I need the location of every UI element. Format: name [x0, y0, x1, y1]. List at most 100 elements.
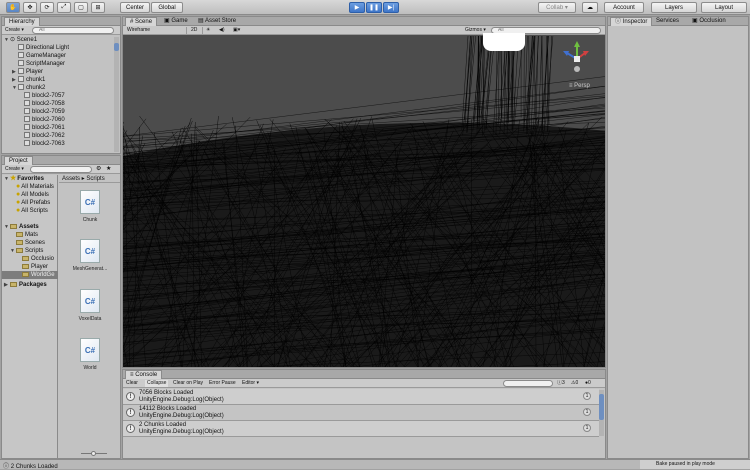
account-dropdown[interactable]: Account [604, 2, 644, 13]
hierarchy-create-button[interactable]: Create ▾ [5, 27, 24, 34]
2d-toggle[interactable]: 2D [191, 27, 203, 34]
tab-asset-store[interactable]: ▤ Asset Store [194, 17, 240, 26]
hierarchy-item[interactable]: ▶Player [2, 68, 116, 76]
script-asset[interactable]: C#VoxelData [70, 289, 110, 322]
hand-tool-icon[interactable]: ✋ [6, 2, 20, 13]
folder-item[interactable]: Scenes [2, 239, 58, 247]
rotate-tool-icon[interactable]: ⟳ [40, 2, 54, 13]
hierarchy-scroll-thumb[interactable] [114, 43, 119, 51]
hierarchy-item[interactable]: ▼chunk2 [2, 84, 116, 92]
folder-item-selected[interactable]: WorldGe [2, 271, 58, 279]
project-create-button[interactable]: Create ▾ [5, 166, 24, 173]
cloud-icon[interactable]: ☁ [582, 2, 598, 13]
hierarchy-item[interactable]: block2-7057 [2, 92, 116, 100]
favorite-label: All Prefabs [21, 200, 50, 206]
error-pause-button[interactable]: Error Pause [209, 380, 236, 387]
hierarchy-item[interactable]: block2-7059 [2, 108, 116, 116]
persp-text: Persp [574, 83, 590, 89]
shading-mode-dropdown[interactable]: Wireframe [127, 27, 187, 34]
scale-tool-icon[interactable]: ⤢ [57, 2, 71, 13]
asset-label: World [84, 365, 97, 371]
favorite-item[interactable]: ●All Prefabs [2, 199, 58, 207]
hierarchy-item[interactable]: GameManager [2, 52, 116, 60]
hierarchy-item[interactable]: block2-7058 [2, 100, 116, 108]
favorite-item[interactable]: ●All Materials [2, 183, 58, 191]
console-clear-button[interactable]: Clear [126, 380, 138, 387]
console-scrollbar[interactable] [599, 390, 604, 436]
tab-scene[interactable]: # Scene [125, 17, 157, 26]
favorites-header[interactable]: ▼★Favorites [2, 175, 58, 183]
script-asset[interactable]: C# World [70, 338, 110, 371]
breadcrumb-assets[interactable]: Assets [62, 176, 80, 182]
scene-gizmo-icon[interactable] [555, 39, 595, 79]
scene-view[interactable]: # Scene ▣ Game ▤ Asset Store Wireframe 2… [122, 16, 606, 368]
favorite-item[interactable]: ●All Scripts [2, 207, 58, 215]
log-entry[interactable]: !14112 Blocks LoadedUnityEngine.Debug:Lo… [123, 405, 599, 421]
log-entry[interactable]: !7056 Blocks LoadedUnityEngine.Debug:Log… [123, 389, 599, 405]
pause-button[interactable]: ❚❚ [366, 2, 382, 13]
icon-size-slider[interactable] [81, 453, 107, 454]
tab-console[interactable]: ≡ Console [125, 370, 162, 379]
tab-services[interactable]: Services [652, 17, 683, 26]
favorite-item[interactable]: ●All Models [2, 191, 58, 199]
console-search-input[interactable] [503, 380, 553, 387]
project-search-input[interactable] [30, 166, 92, 173]
folder-item[interactable]: ▼Scripts [2, 247, 58, 255]
editor-dropdown[interactable]: Editor ▾ [242, 380, 259, 387]
layout-dropdown[interactable]: Layout [701, 2, 747, 13]
tab-game[interactable]: ▣ Game [160, 17, 192, 26]
favorite-star-icon[interactable]: ★ [106, 166, 111, 173]
scene-row[interactable]: ▼⊙ Scene1 [2, 36, 116, 44]
hierarchy-item[interactable]: ScriptManager [2, 60, 116, 68]
lighting-icon[interactable]: ☀ [206, 27, 216, 34]
play-button[interactable]: ▶ [349, 2, 365, 13]
hierarchy-panel: Hierarchy Create ▾ All ▼⊙ Scene1 Directi… [1, 16, 121, 154]
clear-on-play-button[interactable]: Clear on Play [173, 380, 203, 387]
script-asset[interactable]: C#MeshGenerat... [70, 239, 110, 272]
error-count-toggle[interactable]: ●0 [585, 380, 591, 387]
transform-tool-icon[interactable]: ⊞ [91, 2, 105, 13]
move-tool-icon[interactable]: ✥ [23, 2, 37, 13]
layers-dropdown[interactable]: Layers [651, 2, 697, 13]
script-asset[interactable]: C#Chunk [70, 190, 110, 223]
warning-count-toggle[interactable]: ⚠0 [571, 380, 578, 387]
gameobject-icon [24, 116, 30, 122]
hierarchy-item[interactable]: ▶chunk1 [2, 76, 116, 84]
tab-occlusion[interactable]: ▣ Occlusion [688, 17, 730, 26]
log-count-badge: 1 [583, 424, 591, 432]
console-collapse-button[interactable]: Collapse [145, 380, 168, 387]
effects-icon[interactable]: ▣▾ [233, 27, 243, 34]
packages-folder[interactable]: ▶Packages [2, 281, 58, 289]
hierarchy-item[interactable]: block2-7062 [2, 132, 116, 140]
collab-button[interactable]: Collab ▾ [538, 2, 576, 13]
csharp-file-icon: C# [80, 338, 100, 362]
tab-inspector[interactable]: ⓘ Inspector [610, 17, 652, 26]
info-log-icon: ! [126, 424, 135, 433]
folder-item[interactable]: Occlusio [2, 255, 58, 263]
filter-icon[interactable]: ⚙ [96, 166, 101, 173]
hierarchy-item[interactable]: Directional Light [2, 44, 116, 52]
breadcrumb: Assets ▸ Scripts [59, 175, 120, 183]
folder-item[interactable]: Mats [2, 231, 58, 239]
info-log-icon: ! [126, 408, 135, 417]
hierarchy-item[interactable]: block2-7061 [2, 124, 116, 132]
hierarchy-item[interactable]: block2-7060 [2, 116, 116, 124]
tab-hierarchy[interactable]: Hierarchy [4, 17, 40, 26]
audio-icon[interactable]: ◀) [219, 27, 229, 34]
assets-folder[interactable]: ▼Assets [2, 223, 58, 231]
pivot-global-button[interactable]: Global [151, 2, 183, 13]
tab-project[interactable]: Project [4, 156, 33, 165]
pivot-center-button[interactable]: Center [120, 2, 150, 13]
folder-item[interactable]: Player [2, 263, 58, 271]
hierarchy-search-input[interactable]: All [32, 27, 114, 34]
console-scroll-thumb[interactable] [599, 394, 604, 420]
persp-label[interactable]: ≡ Persp [569, 83, 590, 89]
log-entry[interactable]: !2 Chunks LoadedUnityEngine.Debug:Log(Ob… [123, 421, 599, 437]
search-star-icon: ● [16, 199, 20, 207]
rect-tool-icon[interactable]: ▢ [74, 2, 88, 13]
hierarchy-scrollbar[interactable] [114, 37, 119, 152]
info-count-toggle[interactable]: ⓘ3 [557, 380, 565, 387]
hierarchy-item[interactable]: block2-7063 [2, 140, 116, 148]
breadcrumb-scripts[interactable]: Scripts [86, 176, 104, 182]
step-button[interactable]: ▶| [383, 2, 399, 13]
